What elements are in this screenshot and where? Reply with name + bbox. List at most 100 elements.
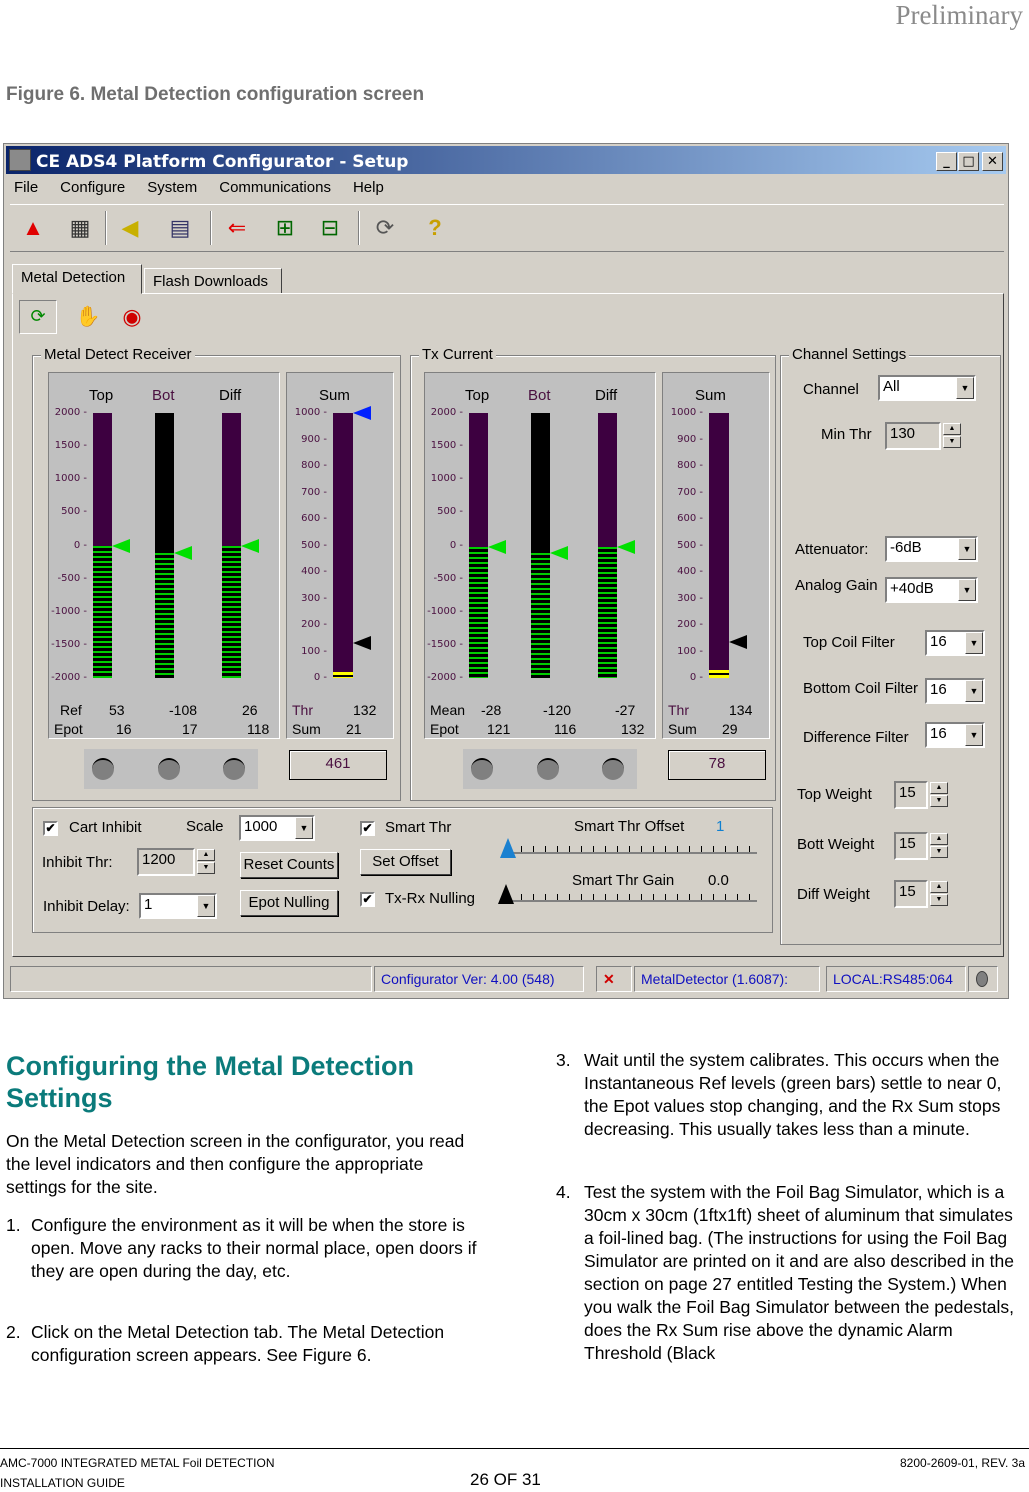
bottom-coil-filter-select[interactable]: 16 ▼ — [925, 678, 985, 704]
menu-communications[interactable]: Communications — [219, 179, 331, 196]
difference-filter-select[interactable]: 16 ▼ — [925, 722, 985, 748]
min-thr-stepper[interactable]: 130 ▲ ▼ — [885, 422, 961, 450]
sum-tick-label: 1000 - — [294, 407, 327, 418]
ref-marker-icon — [241, 538, 259, 553]
chevron-down-icon[interactable]: ▼ — [965, 724, 983, 746]
txrx-nulling-checkbox[interactable]: ✔ — [360, 892, 375, 907]
scale-tick-label: 0 - — [73, 539, 87, 551]
top-weight-stepper[interactable]: 15 ▲ ▼ — [894, 781, 948, 809]
help-icon[interactable]: ? — [420, 213, 450, 243]
menu-configure[interactable]: Configure — [60, 179, 125, 196]
step-text: Wait until the system calibrates. This o… — [584, 1050, 1002, 1139]
bott-weight-value: 15 — [899, 835, 916, 852]
refresh-doc-icon[interactable]: ⟳ — [370, 213, 400, 243]
diff-weight-stepper[interactable]: 15 ▲ ▼ — [894, 880, 948, 908]
tab-metal-detection[interactable]: Metal Detection — [12, 264, 142, 294]
alarm-mute-icon[interactable]: ◉ — [117, 302, 147, 332]
attenuator-select[interactable]: -6dB ▼ — [885, 536, 978, 562]
status-port: LOCAL:RS485:064 — [826, 966, 966, 992]
inhibit-thr-value: 1200 — [142, 851, 176, 868]
level-bar-fill — [93, 413, 112, 546]
spin-up-icon[interactable]: ▲ — [943, 423, 961, 435]
sum-label: Sum — [668, 721, 697, 737]
smart-thr-offset-slider[interactable] — [509, 844, 757, 854]
tab-flash-downloads[interactable]: Flash Downloads — [144, 268, 282, 294]
sum-tick-label: 500 - — [677, 539, 703, 551]
spin-up-icon[interactable]: ▲ — [930, 881, 948, 893]
mean-top: -28 — [481, 702, 502, 718]
menu-bar: File Configure System Communications Help — [4, 176, 1008, 202]
cart-inhibit-checkbox[interactable]: ✔ — [43, 821, 58, 836]
close-button[interactable]: ✕ — [982, 152, 1003, 171]
inhibit-thr-stepper[interactable]: 1200 ▲ ▼ — [137, 848, 215, 876]
menu-system[interactable]: System — [147, 179, 197, 196]
table-edit-icon[interactable]: ▤ — [165, 213, 195, 243]
min-thr-value: 130 — [890, 425, 916, 442]
sum-tick-label: 200 - — [301, 619, 327, 630]
spin-down-icon[interactable]: ▼ — [197, 862, 215, 874]
epot-label: Epot — [54, 721, 83, 737]
receiver-sum-count: 461 — [289, 750, 387, 780]
scale-tick-label: -1000 - — [51, 605, 87, 617]
ref-marker-icon — [617, 540, 635, 555]
network-icon[interactable]: ⊟ — [315, 213, 345, 243]
inhibit-delay-select[interactable]: 1 ▼ — [139, 893, 217, 919]
window-title: CE ADS4 Platform Configurator - Setup — [36, 152, 409, 172]
spin-up-icon[interactable]: ▲ — [930, 833, 948, 845]
metal-detect-receiver-group: Metal Detect Receiver Top Bot Diff Ref 5… — [32, 346, 401, 801]
analog-gain-select[interactable]: +40dB ▼ — [885, 577, 978, 603]
refresh-icon[interactable]: ⟳ — [19, 300, 57, 334]
menu-help[interactable]: Help — [353, 179, 384, 196]
chevron-down-icon[interactable]: ▼ — [956, 377, 974, 399]
receiver-level-meter: Top Bot Diff Ref 53 -108 26 Epot 16 17 1… — [48, 372, 280, 739]
chevron-down-icon[interactable]: ▼ — [965, 632, 983, 654]
top-weight-value: 15 — [899, 784, 916, 801]
analog-gain-value: +40dB — [890, 580, 934, 597]
app-icon — [9, 149, 31, 171]
channel-select[interactable]: All ▼ — [878, 375, 976, 401]
chip-icon[interactable]: ▦ — [65, 213, 95, 243]
spin-down-icon[interactable]: ▼ — [930, 795, 948, 807]
chevron-down-icon[interactable]: ▼ — [958, 579, 976, 601]
slider-thumb[interactable] — [498, 884, 514, 904]
spin-up-icon[interactable]: ▲ — [197, 849, 215, 861]
bott-weight-stepper[interactable]: 15 ▲ ▼ — [894, 832, 948, 860]
scale-select[interactable]: 1000 ▼ — [239, 815, 315, 841]
sum-tick-label: 0 - — [689, 672, 703, 683]
chevron-down-icon[interactable]: ▼ — [958, 538, 976, 560]
mute-status-icon: ✕ — [596, 966, 632, 992]
maximize-button[interactable]: □ — [958, 152, 979, 171]
spin-up-icon[interactable]: ▲ — [930, 782, 948, 794]
chevron-down-icon[interactable]: ▼ — [197, 895, 215, 917]
connect-icon[interactable]: ⇐ — [222, 213, 252, 243]
reset-counts-button[interactable]: Reset Counts — [240, 852, 338, 878]
spin-down-icon[interactable]: ▼ — [943, 436, 961, 448]
chevron-down-icon[interactable]: ▼ — [965, 680, 983, 702]
epot-nulling-button[interactable]: Epot Nulling — [240, 890, 338, 916]
scale-tick-label: -1500 - — [51, 638, 87, 650]
spin-down-icon[interactable]: ▼ — [930, 846, 948, 858]
sum-bar-level — [709, 670, 729, 678]
step-text: Click on the Metal Detection tab. The Me… — [31, 1322, 445, 1365]
thr-label: Thr — [292, 702, 313, 718]
minimize-button[interactable]: _ — [936, 152, 957, 171]
sum-tick-label: 500 - — [301, 539, 327, 551]
set-offset-button[interactable]: Set Offset — [360, 849, 451, 875]
sum-tick-label: 700 - — [301, 486, 327, 498]
top-coil-filter-select[interactable]: 16 ▼ — [925, 630, 985, 656]
smart-thr-offset-label: Smart Thr Offset — [574, 818, 685, 835]
hand-icon[interactable]: ✋ — [73, 302, 103, 332]
slider-thumb[interactable] — [500, 838, 516, 858]
chevron-down-icon[interactable]: ▼ — [295, 817, 313, 839]
speaker-icon[interactable]: ◀ — [115, 213, 145, 243]
network-computer-icon[interactable]: ⊞ — [270, 213, 300, 243]
menu-file[interactable]: File — [14, 179, 38, 196]
attenuator-label: Attenuator: — [795, 541, 869, 558]
preliminary-watermark: Preliminary — [895, 0, 1023, 30]
alarm-warning-icon[interactable]: ▲ — [18, 213, 48, 243]
mean-diff: -27 — [615, 702, 636, 718]
smart-thr-checkbox[interactable]: ✔ — [360, 821, 375, 836]
ref-top: 53 — [109, 702, 125, 718]
spin-down-icon[interactable]: ▼ — [930, 894, 948, 906]
smart-thr-gain-slider[interactable] — [509, 892, 757, 902]
